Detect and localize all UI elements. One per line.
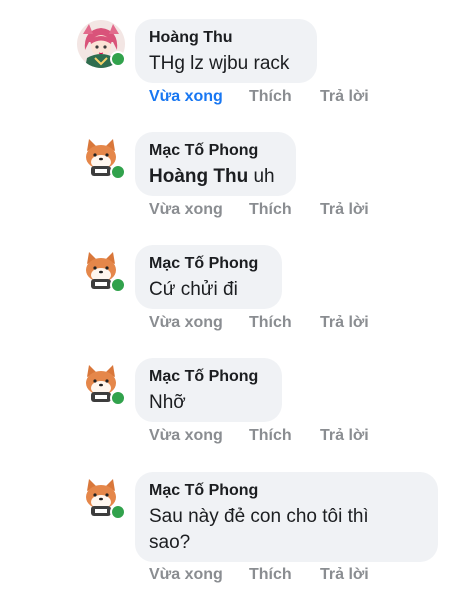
reply-button[interactable]: Trả lời xyxy=(320,566,369,584)
comment-bubble: Mạc Tố Phong Hoàng Thu uh xyxy=(135,132,296,196)
comment-text: Cứ chửi đi xyxy=(149,277,268,303)
comment-text: Sau này đẻ con cho tôi thì sao? xyxy=(149,504,399,556)
comment-text: Nhỡ xyxy=(149,390,268,416)
avatar[interactable] xyxy=(77,246,126,294)
online-status-icon xyxy=(110,504,126,520)
comment-timestamp[interactable]: Vừa xong xyxy=(149,314,223,332)
avatar[interactable] xyxy=(77,359,126,407)
online-status-icon xyxy=(110,164,126,180)
comment-timestamp[interactable]: Vừa xong xyxy=(149,201,223,219)
like-button[interactable]: Thích xyxy=(249,88,292,106)
comment-bubble: Mạc Tố Phong Sau này đẻ con cho tôi thì … xyxy=(135,472,438,562)
like-button[interactable]: Thích xyxy=(249,427,292,445)
comment-author[interactable]: Mạc Tố Phong xyxy=(149,366,268,387)
reply-button[interactable]: Trả lời xyxy=(320,314,369,332)
comment-bubble: Hoàng Thu THg lz wjbu rack xyxy=(135,19,317,83)
online-status-icon xyxy=(110,51,126,67)
mention-link[interactable]: Hoàng Thu xyxy=(149,166,248,187)
comment-body: Nhỡ xyxy=(149,392,186,413)
reply-button[interactable]: Trả lời xyxy=(320,88,369,106)
comment-body: Cứ chửi đi xyxy=(149,279,238,300)
comment-body: THg lz wjbu rack xyxy=(149,53,290,74)
comment-timestamp[interactable]: Vừa xong xyxy=(149,566,223,584)
like-button[interactable]: Thích xyxy=(249,201,292,219)
like-button[interactable]: Thích xyxy=(249,314,292,332)
reply-button[interactable]: Trả lời xyxy=(320,201,369,219)
comment-author[interactable]: Mạc Tố Phong xyxy=(149,140,282,161)
comment-timestamp[interactable]: Vừa xong xyxy=(149,427,223,445)
online-status-icon xyxy=(110,390,126,406)
comment-bubble: Mạc Tố Phong Nhỡ xyxy=(135,358,282,422)
comment-timestamp[interactable]: Vừa xong xyxy=(149,88,223,106)
avatar[interactable] xyxy=(77,20,126,68)
like-button[interactable]: Thích xyxy=(249,566,292,584)
comment-body: Sau này đẻ con cho tôi thì sao? xyxy=(149,506,369,553)
comment-text: Hoàng Thu uh xyxy=(149,164,282,190)
comment-thread: Hoàng Thu THg lz wjbu rack Vừa xong Thíc… xyxy=(0,0,453,600)
comment-body: uh xyxy=(248,166,275,187)
comment-author[interactable]: Mạc Tố Phong xyxy=(149,480,424,501)
avatar[interactable] xyxy=(77,473,126,521)
reply-button[interactable]: Trả lời xyxy=(320,427,369,445)
online-status-icon xyxy=(110,277,126,293)
avatar[interactable] xyxy=(77,133,126,181)
comment-bubble: Mạc Tố Phong Cứ chửi đi xyxy=(135,245,282,309)
comment-author[interactable]: Mạc Tố Phong xyxy=(149,253,268,274)
comment-author[interactable]: Hoàng Thu xyxy=(149,27,303,48)
comment-text: THg lz wjbu rack xyxy=(149,51,303,77)
